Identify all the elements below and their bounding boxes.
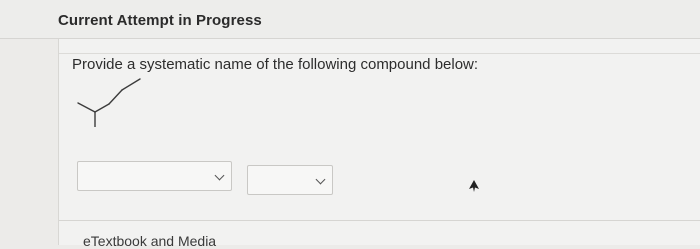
question-card: Provide a systematic name of the followi… <box>58 39 700 249</box>
mouse-cursor-icon <box>469 180 479 192</box>
etextbook-media-link[interactable]: eTextbook and Media <box>83 233 216 249</box>
page-title: Current Attempt in Progress <box>58 12 262 29</box>
question-prompt: Provide a systematic name of the followi… <box>72 56 479 73</box>
name-part-select-2[interactable] <box>247 165 333 195</box>
section-divider <box>59 220 700 221</box>
chevron-down-icon <box>315 174 326 185</box>
name-part-select-1[interactable] <box>77 161 232 191</box>
chevron-down-icon <box>214 170 225 181</box>
skeletal-structure-image <box>77 78 141 127</box>
card-divider <box>59 53 700 54</box>
attempt-header: Current Attempt in Progress <box>0 0 700 38</box>
